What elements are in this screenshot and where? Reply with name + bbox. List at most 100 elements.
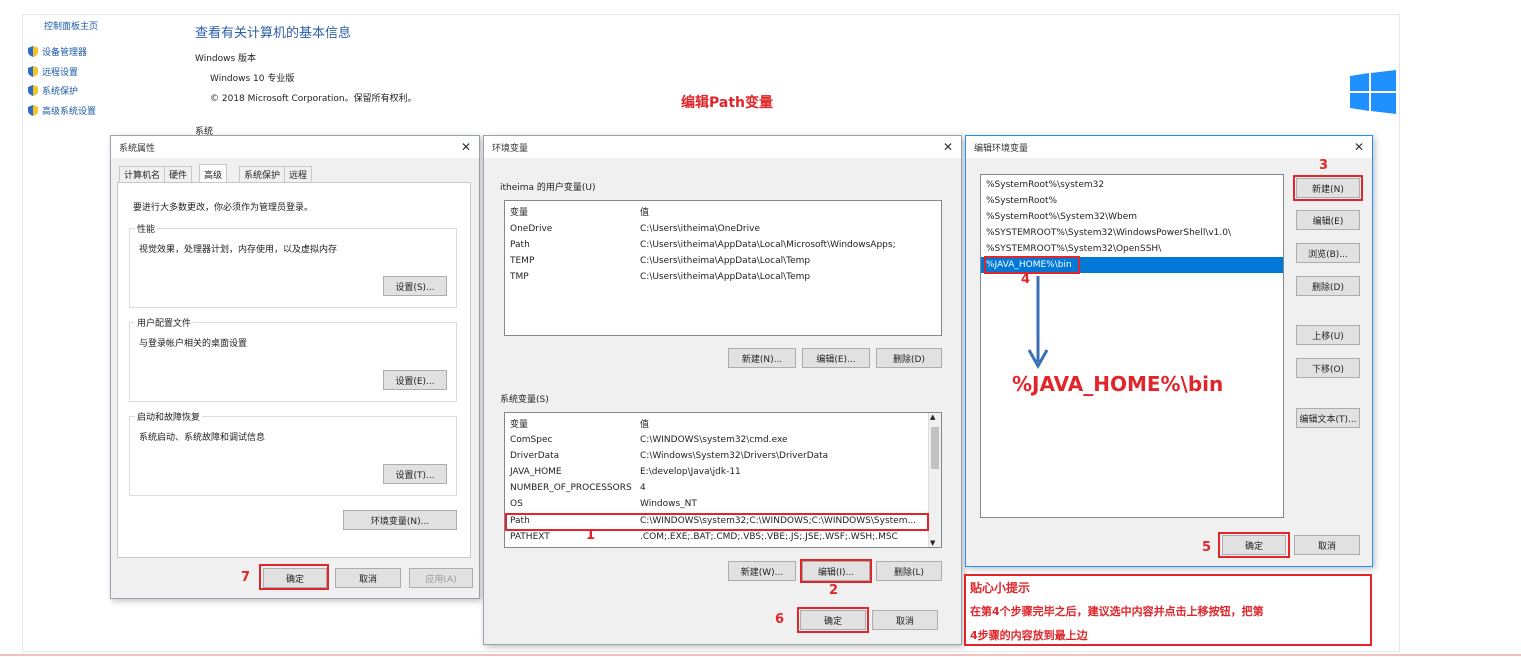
list-item[interactable]: %SystemRoot%\system32	[981, 177, 1283, 193]
user-profile-settings-button[interactable]: 设置(E)...	[383, 370, 447, 390]
table-row[interactable]: OS Windows_NT	[505, 496, 941, 512]
close-icon[interactable]: ✕	[943, 140, 953, 154]
system-delete-button[interactable]: 删除(L)	[876, 561, 942, 581]
move-up-button[interactable]: 上移(U)	[1296, 325, 1360, 345]
table-row[interactable]: PATHEXT .COM;.EXE;.BAT;.CMD;.VBS;.VBE;.JS…	[505, 529, 941, 545]
environment-variables-dialog: 环境变量 ✕ itheima 的用户变量(U) 变量值 OneDrive C:\U…	[483, 135, 962, 645]
bottom-progress-line	[0, 654, 1521, 656]
performance-label: 性能	[135, 222, 158, 235]
step-number-7: 7	[241, 570, 251, 585]
user-variables-list: 变量 值 OneDrive C:\Users\itheima\OneDrive Pa…	[504, 200, 942, 336]
variable-value: C:\Users\itheima\AppData\Local\Temp	[640, 256, 811, 266]
tab-remote[interactable]: 远程	[284, 166, 313, 182]
table-row[interactable]: OneDrive C:\Users\itheima\OneDrive	[505, 221, 941, 237]
control-panel-home-link[interactable]: 控制面板主页	[44, 19, 98, 32]
variable-value: Windows_NT	[640, 499, 697, 509]
user-delete-button[interactable]: 删除(D)	[876, 348, 942, 368]
list-item[interactable]: %SYSTEMROOT%\System32\OpenSSH\	[981, 241, 1283, 257]
step-number-4: 4	[1021, 272, 1031, 287]
shield-icon	[28, 105, 38, 116]
environment-variables-button[interactable]: 环境变量(N)...	[343, 510, 457, 530]
user-profile-label: 用户配置文件	[135, 316, 194, 329]
edit-button[interactable]: 编辑(E)	[1296, 210, 1360, 230]
startup-recovery-group	[129, 416, 457, 496]
step-number-1: 1	[586, 528, 596, 543]
scroll-down-icon[interactable]: ▼	[930, 539, 935, 547]
path-entry-text: %SystemRoot%\System32\Wbem	[986, 212, 1138, 222]
variable-value: E:\develop\Java\jdk-11	[640, 467, 741, 477]
shield-icon	[28, 66, 38, 77]
copyright-text: © 2018 Microsoft Corporation。保留所有权利。	[210, 94, 417, 104]
delete-button[interactable]: 删除(D)	[1296, 276, 1360, 296]
path-entry-text: %SystemRoot%	[986, 196, 1058, 206]
step-number-6: 6	[775, 612, 785, 627]
cancel-button[interactable]: 取消	[1294, 535, 1360, 555]
table-row[interactable]: TEMP C:\Users\itheima\AppData\Local\Temp	[505, 253, 941, 269]
tab-system-protection[interactable]: 系统保护	[239, 166, 286, 182]
system-protection-link[interactable]: 系统保护	[28, 84, 78, 97]
startup-settings-button[interactable]: 设置(T)...	[383, 464, 447, 484]
performance-settings-button[interactable]: 设置(S)...	[383, 276, 447, 296]
system-new-button[interactable]: 新建(W)...	[728, 561, 796, 581]
variable-value: .COM;.EXE;.BAT;.CMD;.VBS;.VBE;.JS;.JSE;.…	[640, 532, 898, 542]
list-item[interactable]: %SystemRoot%\System32\Wbem	[981, 209, 1283, 225]
move-down-button[interactable]: 下移(O)	[1296, 358, 1360, 378]
variable-name: PATHEXT	[510, 532, 550, 542]
annotation-title: 编辑Path变量	[681, 95, 773, 111]
tip-title: 贴心小提示	[970, 581, 1031, 595]
apply-button[interactable]: 应用(A)	[409, 568, 473, 588]
tab-advanced[interactable]: 高级	[199, 164, 228, 183]
list-item[interactable]: %SYSTEMROOT%\System32\WindowsPowerShell\…	[981, 225, 1283, 241]
table-row[interactable]: JAVA_HOME E:\develop\Java\jdk-11	[505, 464, 941, 480]
step-number-5: 5	[1202, 540, 1212, 555]
edit-text-button[interactable]: 编辑文本(T)...	[1296, 408, 1360, 428]
system-variables-label: 系统变量(S)	[500, 395, 549, 405]
edit-environment-variable-dialog: 编辑环境变量 ✕ %SystemRoot%\system32 %SystemRo…	[965, 135, 1373, 567]
device-manager-link[interactable]: 设备管理器	[28, 45, 87, 58]
dialog-title-bar: 环境变量 ✕	[484, 136, 961, 158]
windows-logo-icon	[1350, 70, 1396, 114]
dialog-title: 编辑环境变量	[974, 143, 1029, 154]
variable-value: C:\WINDOWS\system32\cmd.exe	[640, 435, 788, 445]
user-edit-button[interactable]: 编辑(E)...	[802, 348, 870, 368]
user-new-button[interactable]: 新建(N)...	[728, 348, 796, 368]
remote-settings-link[interactable]: 远程设置	[28, 65, 78, 78]
scrollbar[interactable]: ▲ ▼	[928, 413, 941, 547]
list-header: 变量 值	[505, 415, 941, 431]
table-row[interactable]: DriverData C:\Windows\System32\Drivers\Dr…	[505, 448, 941, 464]
close-icon[interactable]: ✕	[461, 140, 471, 154]
tip-line-1: 在第4个步骤完毕之后，建议选中内容并点击上移按钮，把第	[970, 605, 1264, 618]
user-profile-description: 与登录帐户相关的桌面设置	[139, 339, 248, 349]
dialog-title-bar: 编辑环境变量 ✕	[966, 136, 1372, 158]
browse-button[interactable]: 浏览(B)...	[1296, 243, 1360, 263]
table-row[interactable]: TMP C:\Users\itheima\AppData\Local\Temp	[505, 269, 941, 285]
java-home-bin-label: %JAVA_HOME%\bin	[1012, 372, 1224, 396]
ok-button-highlight	[1218, 532, 1290, 558]
cancel-button[interactable]: 取消	[872, 610, 938, 630]
variable-value: C:\Users\itheima\AppData\Local\Temp	[640, 272, 811, 282]
user-profile-group	[129, 322, 457, 402]
admin-note: 要进行大多数更改，你必须作为管理员登录。	[133, 203, 314, 213]
tab-hardware[interactable]: 硬件	[164, 166, 193, 182]
variable-name: TMP	[510, 272, 529, 282]
advanced-system-settings-link[interactable]: 高级系统设置	[28, 104, 96, 117]
scrollbar-thumb[interactable]	[931, 427, 939, 469]
list-item[interactable]: %SystemRoot%	[981, 193, 1283, 209]
step-number-2: 2	[829, 583, 839, 598]
variable-value: C:\Users\itheima\OneDrive	[640, 224, 760, 234]
new-entry-highlight	[984, 256, 1080, 274]
variable-name: OS	[510, 499, 523, 509]
performance-group	[129, 228, 457, 308]
variable-value: C:\Users\itheima\AppData\Local\Microsoft…	[640, 240, 896, 250]
close-icon[interactable]: ✕	[1354, 140, 1364, 154]
variable-name: DriverData	[510, 451, 560, 461]
variable-name: ComSpec	[510, 435, 553, 445]
table-row[interactable]: ComSpec C:\WINDOWS\system32\cmd.exe	[505, 432, 941, 448]
scroll-up-icon[interactable]: ▲	[930, 413, 935, 421]
variable-value: 4	[640, 483, 646, 493]
tab-computer-name[interactable]: 计算机名	[119, 166, 166, 182]
table-row[interactable]: Path C:\Users\itheima\AppData\Local\Micro…	[505, 237, 941, 253]
list-header: 变量 值	[505, 203, 941, 219]
cancel-button[interactable]: 取消	[335, 568, 401, 588]
table-row[interactable]: NUMBER_OF_PROCESSORS 4	[505, 480, 941, 496]
